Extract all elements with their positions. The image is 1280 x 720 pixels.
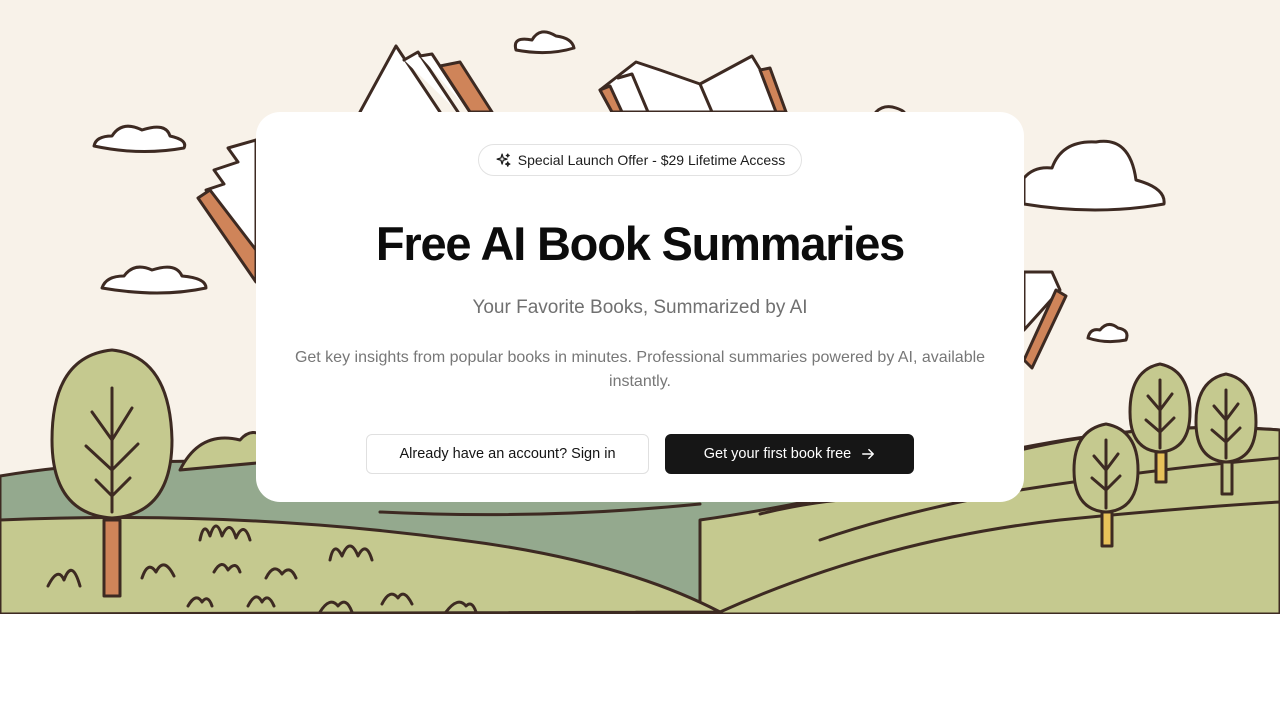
book-illustration xyxy=(196,138,258,284)
cloud-illustration xyxy=(1086,323,1129,344)
badge-text: Special Launch Offer - $29 Lifetime Acce… xyxy=(517,152,786,168)
hero-description: Get key insights from popular books in m… xyxy=(294,349,986,390)
cloud-illustration xyxy=(1022,139,1166,212)
get-first-book-label: Get your first book free xyxy=(703,446,852,462)
hero-subtitle: Your Favorite Books, Summarized by AI xyxy=(472,297,808,318)
cloud-illustration xyxy=(100,265,208,295)
cloud-illustration xyxy=(92,124,187,154)
launch-offer-badge: Special Launch Offer - $29 Lifetime Acce… xyxy=(477,144,803,176)
sparkle-icon xyxy=(495,152,512,169)
get-first-book-button[interactable]: Get your first book free xyxy=(665,434,914,474)
sign-in-label: Already have an account? Sign in xyxy=(399,446,616,462)
book-illustration xyxy=(1022,270,1068,370)
arrow-right-icon xyxy=(861,447,875,461)
book-illustration xyxy=(598,54,788,114)
page-title: Free AI Book Summaries xyxy=(375,217,905,270)
hero-card: Special Launch Offer - $29 Lifetime Acce… xyxy=(256,112,1024,502)
hero-section: Special Launch Offer - $29 Lifetime Acce… xyxy=(0,0,1280,614)
sign-in-button[interactable]: Already have an account? Sign in xyxy=(366,434,649,474)
book-illustration xyxy=(358,44,494,114)
hero-actions: Already have an account? Sign in Get you… xyxy=(366,434,914,474)
cloud-illustration xyxy=(513,30,576,55)
